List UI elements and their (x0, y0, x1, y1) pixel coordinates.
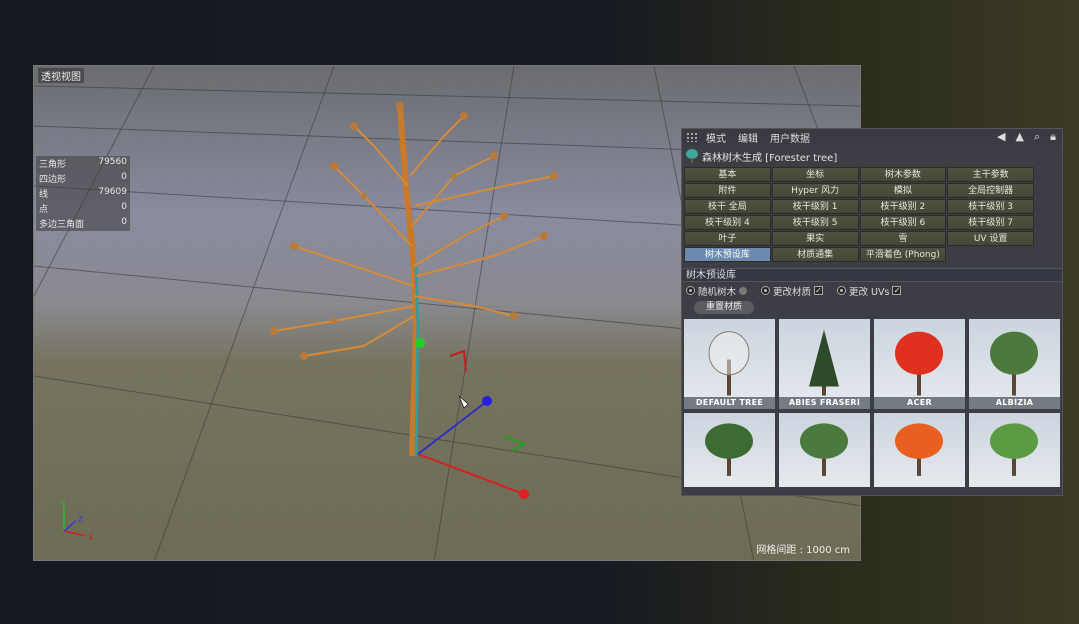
stat-row: 点0 (39, 202, 127, 215)
preset-thumbnail[interactable]: ABIES FRASERI (779, 319, 870, 409)
tab-branch-level-7[interactable]: 枝干级别 7 (947, 215, 1034, 230)
tab-branch-level-5[interactable]: 枝干级别 5 (771, 215, 859, 230)
tab-phong-shading[interactable]: 平滑着色 (Phong) (859, 247, 947, 262)
tab-branch-level-6[interactable]: 枝干级别 6 (859, 215, 947, 230)
tab-tree-presets[interactable]: 树木预设库 (684, 247, 771, 262)
random-tree-dot-icon (739, 286, 748, 295)
tab-snow[interactable]: 雪 (859, 231, 947, 246)
panel-menubar: 模式 编辑 用户数据 ◀ ▲ ⌕ 🔒︎ (682, 129, 1062, 145)
tab-basic[interactable]: 基本 (684, 167, 771, 182)
tab-branch-level-2[interactable]: 枝干级别 2 (859, 199, 947, 214)
change-uvs-option[interactable]: 更改 UVs ✓ (837, 284, 902, 298)
preset-name: ACER (874, 397, 965, 409)
up-arrow-icon[interactable]: ▲ (1016, 130, 1024, 144)
tab-hyper-wind[interactable]: Hyper 风力 (771, 183, 859, 198)
tab-branch-level-3[interactable]: 枝干级别 3 (947, 199, 1034, 214)
preset-thumbnail[interactable]: ACER (874, 319, 965, 409)
tab-branch-level-4[interactable]: 枝干级别 4 (684, 215, 771, 230)
search-icon[interactable]: ⌕ (1034, 130, 1040, 144)
change-material-option[interactable]: 更改材质 ✓ (761, 284, 824, 298)
preset-thumbnail[interactable]: DEFAULT TREE (684, 319, 775, 409)
preset-gallery: DEFAULT TREE ABIES FRASERI ACER ALBIZIA (682, 315, 1062, 487)
tab-uv-settings[interactable]: UV 设置 (947, 231, 1034, 246)
tab-tree-params[interactable]: 树木参数 (859, 167, 947, 182)
viewport-title: 透视视图 (38, 68, 84, 83)
change-uvs-radio[interactable] (837, 286, 847, 295)
tree-preview-icon (708, 331, 750, 396)
tab-attachments[interactable]: 附件 (684, 183, 771, 198)
grid-spacing-label: 网格间距 : 1000 cm (756, 545, 850, 556)
stat-row: 多边三角面 0 (39, 217, 127, 230)
tree-preview-icon (895, 331, 943, 396)
reset-material-button[interactable]: 重置材质 (694, 300, 754, 314)
tab-coordinates[interactable]: 坐标 (771, 167, 859, 182)
section-title: 树木预设库 (682, 268, 1062, 282)
tree-preview-icon (990, 331, 1038, 396)
x-axis-handle[interactable] (519, 489, 529, 499)
panel-grid-icon[interactable] (686, 132, 698, 142)
menu-edit[interactable]: 编辑 (738, 130, 758, 145)
tab-global-controller[interactable]: 全局控制器 (947, 183, 1034, 198)
tree-preview-icon (895, 423, 943, 476)
tab-material-set[interactable]: 材质通集 (771, 247, 859, 262)
lock-icon[interactable]: 🔒︎ (1050, 130, 1056, 144)
axis-label-y: Y (60, 499, 66, 508)
tab-fruit[interactable]: 果实 (771, 231, 859, 246)
preset-name: ABIES FRASERI (779, 397, 870, 409)
tree-icon (686, 149, 698, 163)
change-material-checkbox[interactable]: ✓ (814, 286, 824, 295)
preset-thumbnail[interactable] (874, 413, 965, 487)
tab-leaves[interactable]: 叶子 (684, 231, 771, 246)
stat-row: 三角形 79560 (39, 157, 127, 170)
random-tree-radio[interactable] (686, 286, 695, 295)
tree-preview-icon (809, 329, 839, 396)
preset-thumbnail[interactable] (684, 413, 775, 487)
preset-name: ALBIZIA (969, 397, 1060, 409)
preset-thumbnail[interactable] (969, 413, 1060, 487)
tab-grid: 基本 坐标 树木参数 主干参数 附件 Hyper 风力 模拟 全局控制器 枝干 … (682, 167, 1036, 262)
preset-thumbnail[interactable]: ALBIZIA (969, 319, 1060, 409)
tab-branch-global[interactable]: 枝干 全局 (684, 199, 771, 214)
axis-label-x: X (88, 533, 94, 542)
tab-empty (947, 247, 1034, 262)
tree-preview-icon (990, 423, 1038, 476)
tab-trunk-params[interactable]: 主干参数 (947, 167, 1034, 182)
back-arrow-icon[interactable]: ◀ (997, 130, 1005, 144)
preset-name: DEFAULT TREE (684, 397, 775, 409)
change-uvs-checkbox[interactable]: ✓ (892, 286, 902, 295)
tree-preview-icon (705, 423, 753, 476)
change-material-radio[interactable] (761, 286, 771, 295)
change-uvs-label: 更改 UVs (849, 286, 890, 298)
z-axis-handle[interactable] (482, 396, 492, 406)
menu-user-data[interactable]: 用户数据 (770, 130, 810, 145)
change-material-label: 更改材质 (773, 286, 812, 298)
stat-row: 四边形 0 (39, 172, 127, 185)
stats-overlay: 三角形 79560 四边形 0 线 79609 点0 多边三角面 0 (36, 156, 130, 231)
object-title: 森林树木生成 [Forester tree] (682, 145, 1062, 167)
tab-simulation[interactable]: 模拟 (859, 183, 947, 198)
attributes-panel: 模式 编辑 用户数据 ◀ ▲ ⌕ 🔒︎ 森林树木生成 [Forester tre… (681, 128, 1063, 496)
axis-label-z: Z (78, 515, 84, 524)
y-axis-handle[interactable] (415, 338, 425, 348)
stat-row: 线 79609 (39, 187, 127, 200)
random-tree-label: 随机树木 (698, 286, 737, 298)
random-tree-option[interactable]: 随机树木 (686, 284, 748, 298)
preset-options: 随机树木 更改材质 ✓ 更改 UVs ✓ (682, 282, 1062, 299)
tab-branch-level-1[interactable]: 枝干级别 1 (771, 199, 859, 214)
preset-thumbnail[interactable] (779, 413, 870, 487)
menu-mode[interactable]: 模式 (706, 130, 726, 145)
tree-preview-icon (800, 423, 848, 476)
